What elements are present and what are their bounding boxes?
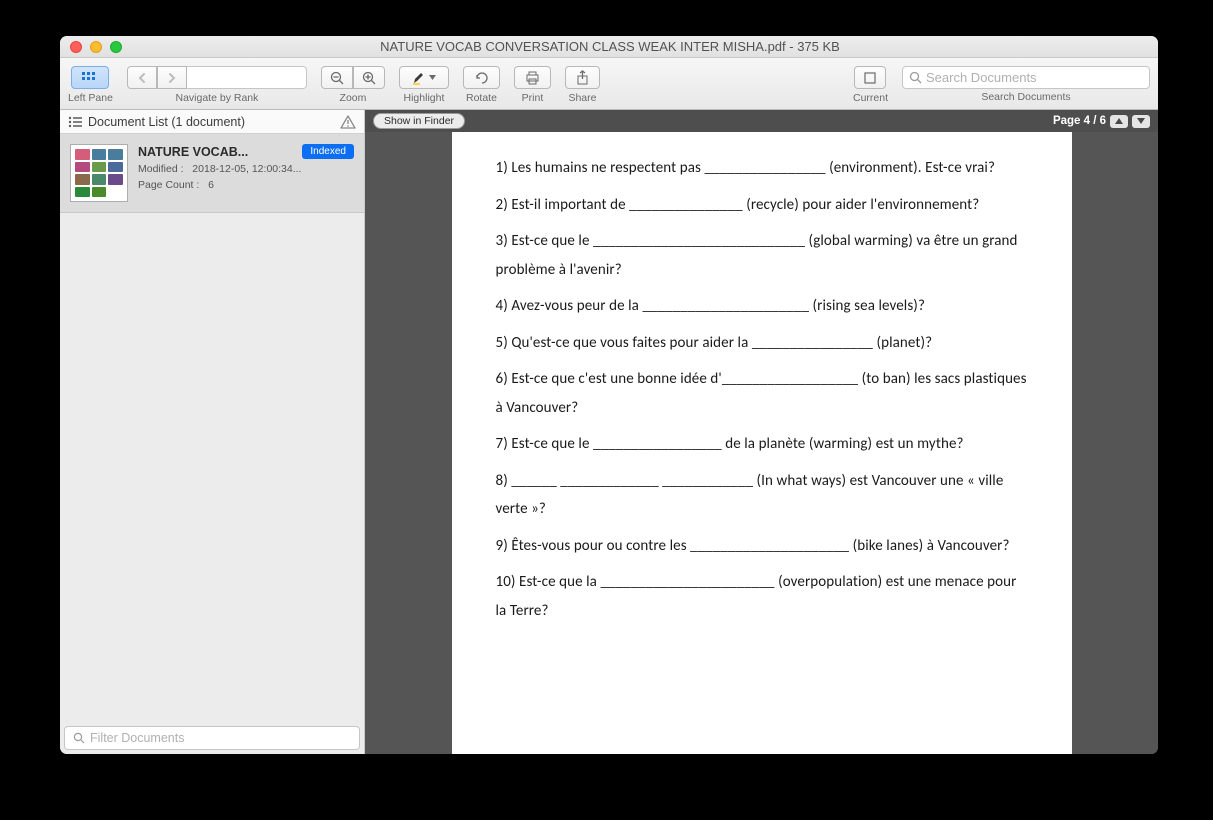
document-name: NATURE VOCAB... xyxy=(138,145,248,159)
traffic-lights xyxy=(60,41,122,53)
rotate-label: Rotate xyxy=(466,92,497,104)
pagecount-value: 6 xyxy=(208,179,214,191)
sidebar-header: Document List (1 document) xyxy=(60,110,364,134)
search-placeholder: Search Documents xyxy=(926,70,1037,85)
zoom-out-button[interactable] xyxy=(321,66,353,89)
search-label: Search Documents xyxy=(981,91,1070,103)
body: Document List (1 document) NATURE VOCAB.… xyxy=(60,110,1158,754)
navigate-label: Navigate by Rank xyxy=(176,92,259,104)
zoom-group: Zoom xyxy=(321,62,385,109)
doc-line: 6) Est-ce que c'est une bonne idée d'___… xyxy=(496,365,1028,422)
zoom-in-button[interactable] xyxy=(353,66,385,89)
highlight-button[interactable] xyxy=(399,66,449,89)
zoom-label: Zoom xyxy=(340,92,367,104)
current-group: Current xyxy=(853,62,888,109)
content-topbar: Show in Finder Page 4 / 6 xyxy=(365,110,1158,132)
window: NATURE VOCAB CONVERSATION CLASS WEAK INT… xyxy=(60,36,1158,754)
page-down-button[interactable] xyxy=(1132,115,1150,128)
current-label: Current xyxy=(853,92,888,104)
share-label: Share xyxy=(568,92,596,104)
list-icon xyxy=(68,116,82,128)
page-indicator: Page 4 / 6 xyxy=(1053,115,1106,127)
nav-forward-button[interactable] xyxy=(157,66,187,89)
doc-line: 9) Êtes-vous pour ou contre les ________… xyxy=(496,532,1028,561)
left-pane-group: Left Pane xyxy=(68,62,113,109)
maximize-button[interactable] xyxy=(110,41,122,53)
filter-placeholder: Filter Documents xyxy=(90,731,184,745)
doc-line: 8) ______ _____________ ____________ (In… xyxy=(496,467,1028,524)
rank-field[interactable] xyxy=(187,66,307,89)
doc-line: 3) Est-ce que le _______________________… xyxy=(496,227,1028,284)
highlight-group: Highlight xyxy=(399,62,449,109)
doc-line: 7) Est-ce que le _________________ de la… xyxy=(496,430,1028,459)
document-thumbnail xyxy=(70,144,128,202)
doc-line: 10) Est-ce que la ______________________… xyxy=(496,568,1028,625)
doc-line: 1) Les humains ne respectent pas _______… xyxy=(496,154,1028,183)
sidebar-header-text: Document List (1 document) xyxy=(88,115,245,129)
show-in-finder-button[interactable]: Show in Finder xyxy=(373,113,465,129)
doc-line: 2) Est-il important de _______________ (… xyxy=(496,191,1028,220)
print-group: Print xyxy=(514,62,551,109)
print-button[interactable] xyxy=(514,66,551,89)
window-title: NATURE VOCAB CONVERSATION CLASS WEAK INT… xyxy=(122,39,1098,54)
left-pane-label: Left Pane xyxy=(68,92,113,104)
current-button[interactable] xyxy=(854,66,886,89)
share-group: Share xyxy=(565,62,600,109)
doc-line: 5) Qu'est-ce que vous faites pour aider … xyxy=(496,329,1028,358)
modified-value: 2018-12-05, 12:00:34... xyxy=(192,163,301,175)
sidebar: Document List (1 document) NATURE VOCAB.… xyxy=(60,110,365,754)
filter-input[interactable]: Filter Documents xyxy=(64,726,360,750)
minimize-button[interactable] xyxy=(90,41,102,53)
doc-line: 4) Avez-vous peur de la ________________… xyxy=(496,292,1028,321)
print-label: Print xyxy=(522,92,544,104)
indexed-badge: Indexed xyxy=(302,144,354,159)
warning-icon[interactable] xyxy=(340,115,356,129)
nav-back-button[interactable] xyxy=(127,66,157,89)
search-input[interactable]: Search Documents xyxy=(902,66,1150,89)
document-info: NATURE VOCAB... Indexed Modified : 2018-… xyxy=(138,144,354,202)
highlight-label: Highlight xyxy=(404,92,445,104)
close-button[interactable] xyxy=(70,41,82,53)
navigate-group: Navigate by Rank xyxy=(127,62,307,109)
content-area: Show in Finder Page 4 / 6 1) Les humains… xyxy=(365,110,1158,754)
share-button[interactable] xyxy=(565,66,600,89)
search-group: Search Documents Search Documents xyxy=(902,62,1150,109)
titlebar: NATURE VOCAB CONVERSATION CLASS WEAK INT… xyxy=(60,36,1158,58)
modified-label: Modified : xyxy=(138,163,184,175)
rotate-button[interactable] xyxy=(463,66,500,89)
document-item[interactable]: NATURE VOCAB... Indexed Modified : 2018-… xyxy=(60,134,364,213)
left-pane-toggle[interactable] xyxy=(71,66,109,89)
rotate-group: Rotate xyxy=(463,62,500,109)
pagecount-label: Page Count : xyxy=(138,179,199,191)
page-viewport[interactable]: 1) Les humains ne respectent pas _______… xyxy=(365,132,1158,754)
pdf-page: 1) Les humains ne respectent pas _______… xyxy=(452,132,1072,754)
page-up-button[interactable] xyxy=(1110,115,1128,128)
toolbar: Left Pane Navigate by Rank xyxy=(60,58,1158,110)
